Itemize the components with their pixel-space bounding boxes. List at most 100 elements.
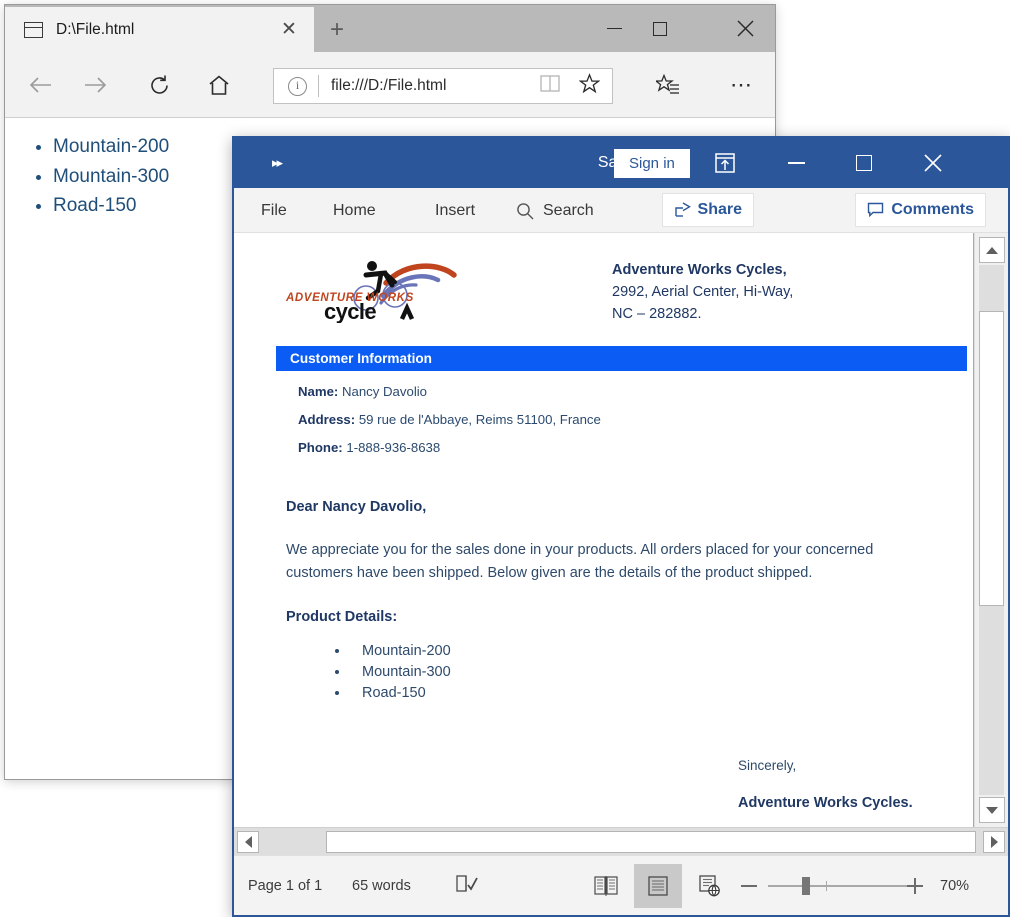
new-tab-button[interactable]: + xyxy=(323,17,351,45)
more-options-button[interactable]: ⋯ xyxy=(724,68,760,102)
comment-icon xyxy=(868,202,884,218)
browser-tab[interactable]: D:\File.html ✕ xyxy=(5,7,314,52)
refresh-button[interactable] xyxy=(141,68,177,102)
page-indicator[interactable]: Page 1 of 1 xyxy=(248,878,322,894)
letter-paragraph: We appreciate you for the sales done in … xyxy=(286,542,874,581)
refresh-icon xyxy=(150,75,168,94)
section-header-customer-information: Customer Information xyxy=(276,346,967,371)
scroll-up-button[interactable] xyxy=(979,237,1005,263)
closing-company: Adventure Works Cycles. xyxy=(738,795,913,811)
word-status-bar: Page 1 of 1 65 words 70% xyxy=(234,855,1008,915)
closing-line: Sincerely, xyxy=(738,758,797,773)
field-name: Name: Nancy Davolio xyxy=(276,384,967,399)
proofing-errors-icon xyxy=(456,874,478,892)
upload-button[interactable] xyxy=(693,138,756,188)
zoom-slider-thumb[interactable] xyxy=(802,876,810,895)
address-bar[interactable]: i file:///D:/File.html xyxy=(273,68,613,104)
comments-label: Comments xyxy=(891,201,974,218)
share-icon xyxy=(674,202,691,217)
word-window: ▸▸ Sam... Sign in xyxy=(232,136,1010,917)
minimize-icon xyxy=(788,162,805,164)
star-icon xyxy=(578,73,601,94)
view-read-mode-button[interactable] xyxy=(582,864,630,908)
company-address-line1: 2992, Aerial Center, Hi-Way, xyxy=(612,284,794,300)
adventure-works-cycles-logo-icon: ADVENTURE WORKS cycle xyxy=(285,261,457,324)
product-list: Mountain-200 Mountain-300 Road-150 xyxy=(286,641,967,704)
word-close-button[interactable] xyxy=(901,138,964,188)
company-name: Adventure Works Cycles, xyxy=(612,262,787,278)
list-item: Mountain-200 xyxy=(350,641,967,662)
field-value: 1-888-936-8638 xyxy=(346,440,441,455)
back-button[interactable] xyxy=(23,68,59,102)
scroll-left-button[interactable] xyxy=(237,831,259,853)
quick-access-toolbar-expand-button[interactable]: ▸▸ xyxy=(272,155,283,171)
search-box[interactable]: Search xyxy=(516,188,594,233)
book-icon xyxy=(540,75,560,92)
divider xyxy=(318,75,319,97)
list-item: Mountain-300 xyxy=(350,662,967,683)
word-restore-button[interactable] xyxy=(832,138,895,188)
field-label: Name: xyxy=(298,384,339,399)
scroll-down-button[interactable] xyxy=(979,797,1005,823)
vertical-scrollbar-track[interactable] xyxy=(979,265,1004,795)
zoom-slider-track[interactable] xyxy=(768,884,912,887)
horizontal-scrollbar-thumb[interactable] xyxy=(326,831,976,853)
hub-icon xyxy=(656,74,679,94)
zoom-level-label[interactable]: 70% xyxy=(940,878,969,894)
horizontal-scrollbar[interactable] xyxy=(234,827,1008,855)
view-web-layout-button[interactable] xyxy=(686,864,734,908)
home-icon xyxy=(209,74,229,95)
tab-home[interactable]: Home xyxy=(333,188,376,233)
letterhead: ADVENTURE WORKS cycle Adventure Works Cy… xyxy=(276,243,967,328)
forward-button[interactable] xyxy=(77,68,113,102)
word-title-bar: ▸▸ Sam... Sign in xyxy=(234,138,1008,188)
arrow-right-icon xyxy=(85,77,107,93)
zoom-out-button[interactable] xyxy=(741,884,757,887)
maximize-icon xyxy=(855,155,872,171)
browser-maximize-button[interactable] xyxy=(637,7,683,50)
field-address: Address: 59 rue de l'Abbaye, Reims 51100… xyxy=(276,412,967,427)
share-button[interactable]: Share xyxy=(661,193,754,227)
company-address-line2: NC – 282882. xyxy=(612,306,702,322)
view-print-layout-button[interactable] xyxy=(634,864,682,908)
comments-button[interactable]: Comments xyxy=(855,193,986,227)
vertical-scrollbar-thumb[interactable] xyxy=(979,311,1004,606)
company-address-block: Adventure Works Cycles, 2992, Aerial Cen… xyxy=(612,249,793,325)
sign-in-button[interactable]: Sign in xyxy=(614,149,690,178)
upload-to-cloud-icon xyxy=(714,153,735,173)
home-button[interactable] xyxy=(201,68,237,102)
tab-insert[interactable]: Insert xyxy=(435,188,475,233)
letter-body: Dear Nancy Davolio, We appreciate you fo… xyxy=(276,499,967,811)
proofing-status-button[interactable] xyxy=(456,874,478,898)
minimize-icon xyxy=(606,27,622,30)
field-label: Phone: xyxy=(298,440,343,455)
favorites-hub-button[interactable] xyxy=(650,68,686,102)
vertical-scrollbar[interactable] xyxy=(974,233,1008,827)
favorite-star-icon[interactable] xyxy=(578,73,601,99)
close-icon[interactable]: ✕ xyxy=(278,19,300,41)
browser-minimize-button[interactable] xyxy=(591,7,637,50)
close-icon xyxy=(923,154,942,172)
chevron-right-icon xyxy=(990,836,998,848)
reading-view-icon[interactable] xyxy=(540,75,560,97)
browser-toolbar: i file:///D:/File.html ⋯ xyxy=(5,52,775,118)
word-count[interactable]: 65 words xyxy=(352,878,411,894)
chevron-down-icon xyxy=(986,806,998,814)
site-info-icon[interactable]: i xyxy=(288,76,307,96)
browser-close-button[interactable] xyxy=(715,7,775,50)
zoom-in-button[interactable] xyxy=(907,877,923,894)
search-icon xyxy=(517,202,534,219)
page-icon xyxy=(24,21,43,38)
browser-tab-strip: D:\File.html ✕ + xyxy=(5,5,775,52)
salutation: Dear Nancy Davolio, xyxy=(286,499,427,515)
maximize-icon xyxy=(653,21,667,36)
close-icon xyxy=(736,20,754,37)
document-page: ADVENTURE WORKS cycle Adventure Works Cy… xyxy=(234,233,974,827)
print-layout-icon xyxy=(648,876,668,896)
tab-file[interactable]: File xyxy=(261,188,287,233)
browser-tab-title: D:\File.html xyxy=(56,20,135,38)
word-minimize-button[interactable] xyxy=(765,138,828,188)
field-label: Address: xyxy=(298,412,356,427)
web-layout-icon xyxy=(699,875,720,897)
scroll-right-button[interactable] xyxy=(983,831,1005,853)
